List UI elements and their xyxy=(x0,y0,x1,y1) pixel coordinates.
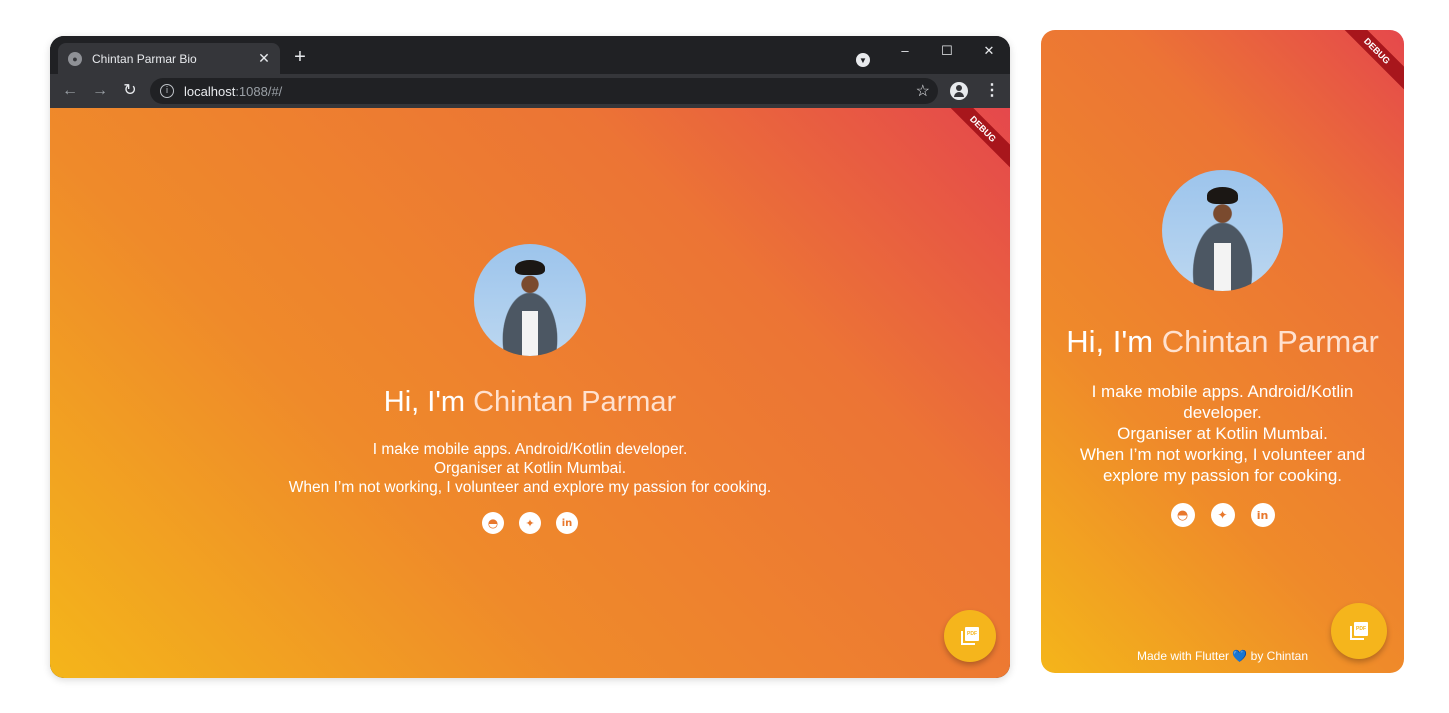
tab-active[interactable]: ● Chintan Parmar Bio ✕ xyxy=(58,43,280,74)
globe-icon: ● xyxy=(68,51,82,66)
close-window-button[interactable]: ✕ xyxy=(974,40,1004,62)
profile-photo xyxy=(474,244,586,356)
greeting-text: Hi, I'm xyxy=(1066,324,1162,359)
browser-toolbar: ← → ↻ i localhost:1088/#/ ☆ ⋮ xyxy=(50,74,1010,108)
github-icon[interactable]: ◓ xyxy=(1170,503,1195,527)
profile-photo xyxy=(1162,170,1283,291)
bio-text: I make mobile apps. Android/Kotlin devel… xyxy=(1041,381,1404,486)
tab-search-icon[interactable]: ▼ xyxy=(856,53,870,67)
pdf-icon: PDF xyxy=(961,627,979,645)
bio-line: When I’m not working, I volunteer and ex… xyxy=(288,479,772,496)
profile-avatar-button[interactable] xyxy=(950,82,968,100)
app-viewport-mobile: DEBUG Hi, I'm Chintan Parmar I make mobi… xyxy=(1041,30,1404,673)
bookmark-star-icon[interactable]: ☆ xyxy=(916,81,930,101)
twitter-icon[interactable]: ✦ xyxy=(519,512,541,534)
bio-line: I make mobile apps. Android/Kotlin devel… xyxy=(372,441,688,458)
bio-line: developer. xyxy=(1183,403,1262,422)
bio-line: Organiser at Kotlin Mumbai. xyxy=(1117,424,1328,443)
tab-close-icon[interactable]: ✕ xyxy=(254,49,274,69)
app-viewport-desktop: DEBUG Hi, I'm Chintan Parmar I make mobi… xyxy=(50,108,1010,678)
address-bar[interactable]: i localhost:1088/#/ ☆ xyxy=(150,78,938,104)
title-bar: ● Chintan Parmar Bio ✕ + ▼ – ☐ ✕ xyxy=(50,36,1010,74)
minimize-button[interactable]: – xyxy=(890,40,920,62)
url-text[interactable]: localhost:1088/#/ xyxy=(184,84,282,99)
footer-suffix: by Chintan xyxy=(1247,649,1309,663)
url-host: localhost xyxy=(184,83,236,99)
github-icon[interactable]: ◓ xyxy=(482,512,504,534)
download-pdf-button[interactable]: PDF xyxy=(944,610,996,662)
footer: Made with Flutter 💙 by Chintan xyxy=(1041,649,1404,663)
maximize-button[interactable]: ☐ xyxy=(932,40,962,62)
bio-line: I make mobile apps. Android/Kotlin xyxy=(1091,382,1354,401)
back-button[interactable]: ← xyxy=(60,81,80,101)
pdf-icon: PDF xyxy=(1350,622,1368,640)
linkedin-icon[interactable]: in xyxy=(1250,503,1275,527)
name-text: Chintan Parmar xyxy=(473,386,677,418)
bio-text: I make mobile apps. Android/Kotlin devel… xyxy=(50,440,1010,497)
tab-title: Chintan Parmar Bio xyxy=(92,51,197,66)
bio-line: Organiser at Kotlin Mumbai. xyxy=(433,460,627,477)
reload-button[interactable]: ↻ xyxy=(120,81,140,101)
debug-banner: DEBUG xyxy=(1332,30,1404,96)
social-links: ◓ ✦ in xyxy=(1041,503,1404,527)
debug-banner: DEBUG xyxy=(938,108,1010,174)
headline: Hi, I'm Chintan Parmar xyxy=(1041,324,1404,360)
headline: Hi, I'm Chintan Parmar xyxy=(50,386,1010,419)
forward-button[interactable]: → xyxy=(90,81,110,101)
heart-icon: 💙 xyxy=(1232,649,1248,663)
greeting-text: Hi, I'm xyxy=(383,386,474,418)
url-path: :1088/#/ xyxy=(235,83,283,99)
footer-prefix: Made with Flutter xyxy=(1136,649,1233,663)
name-text: Chintan Parmar xyxy=(1161,324,1379,359)
browser-window: ● Chintan Parmar Bio ✕ + ▼ – ☐ ✕ ← → ↻ i… xyxy=(50,36,1010,678)
bio-line: explore my passion for cooking. xyxy=(1102,466,1343,485)
social-links: ◓ ✦ in xyxy=(50,512,1010,534)
twitter-icon[interactable]: ✦ xyxy=(1210,503,1235,527)
linkedin-icon[interactable]: in xyxy=(556,512,578,534)
menu-icon[interactable]: ⋮ xyxy=(984,81,1000,101)
bio-line: When I’m not working, I volunteer and xyxy=(1079,445,1366,464)
info-icon[interactable]: i xyxy=(160,84,174,98)
new-tab-button[interactable]: + xyxy=(290,47,310,67)
